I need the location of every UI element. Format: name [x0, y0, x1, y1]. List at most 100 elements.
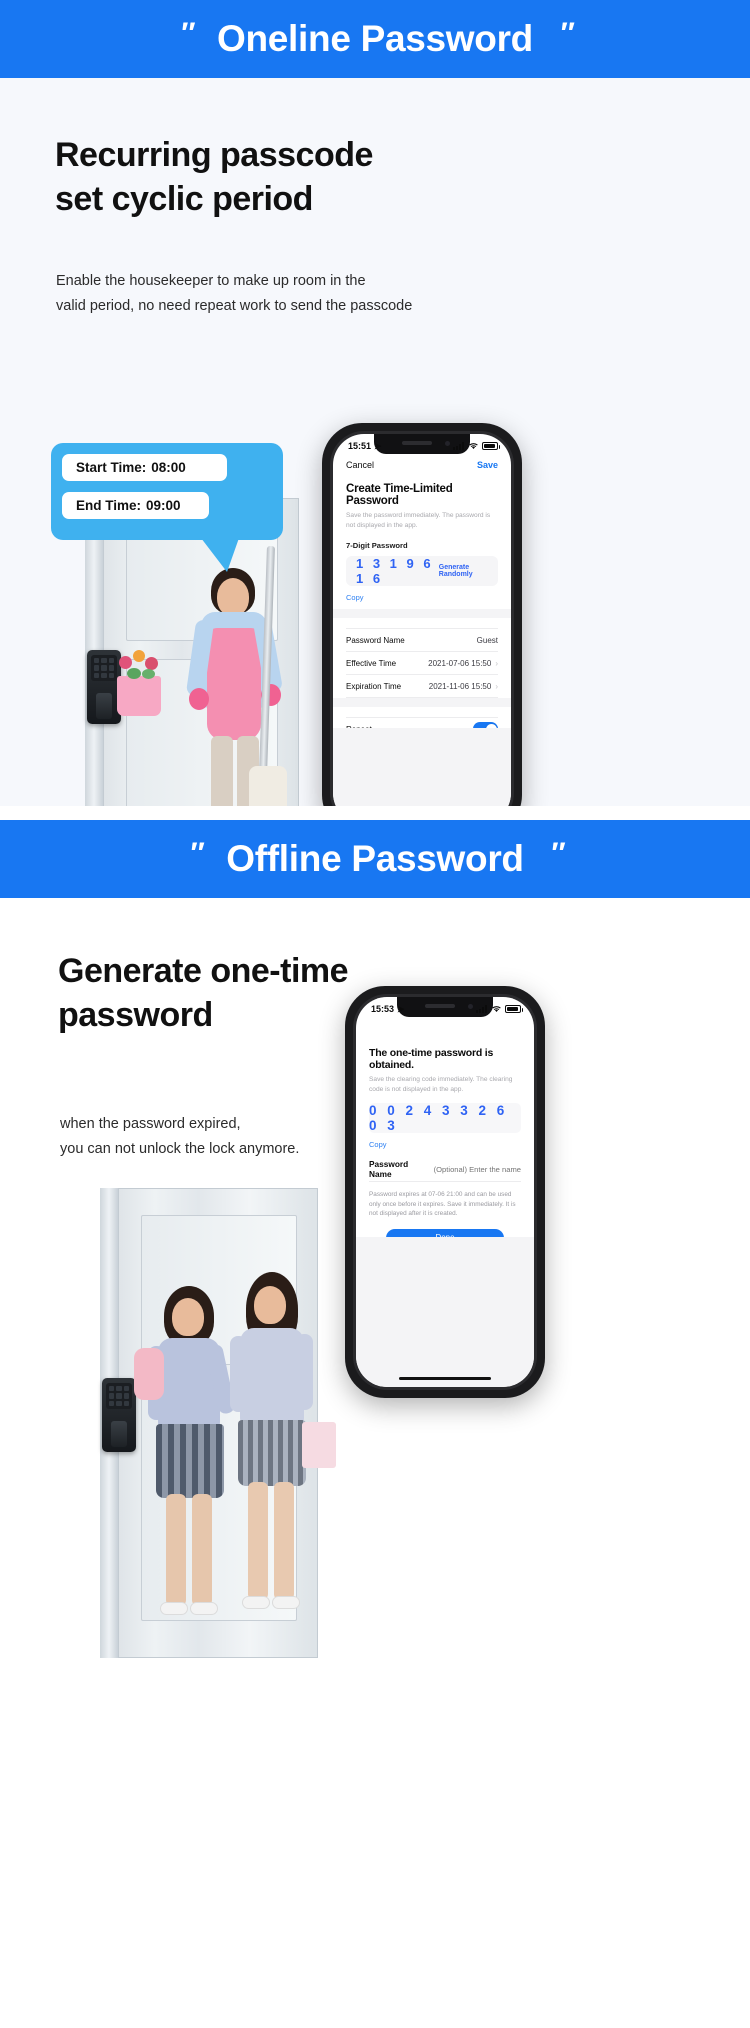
copy-button[interactable]: Copy	[369, 1140, 521, 1149]
lock-keypad	[106, 1383, 132, 1409]
row-label: Password Name	[346, 635, 405, 645]
callout-time-window: Start Time: 08:00 End Time: 09:00	[51, 443, 283, 572]
section2-heading-line1: Generate one-time	[58, 952, 349, 990]
section2-body-line2: you can not unlock the lock anymore.	[60, 1140, 300, 1157]
battery-icon	[482, 442, 500, 450]
cancel-button[interactable]: Cancel	[346, 460, 374, 470]
status-time: 15:53	[371, 1004, 395, 1014]
generate-randomly-button[interactable]: Generate Randomly	[439, 564, 488, 578]
section1-body-line1: Enable the housekeeper to make up room i…	[56, 273, 366, 289]
signal-bars-icon	[453, 442, 464, 450]
banner-online-password: ″ Oneline Password ″	[0, 0, 750, 78]
end-time-label: End Time:	[76, 498, 142, 513]
end-time-pill: End Time: 09:00	[62, 492, 209, 519]
start-time-label: Start Time:	[76, 460, 147, 475]
shoe-right	[272, 1596, 300, 1609]
table-row[interactable]: Password Name Guest	[346, 629, 498, 653]
lock-key	[109, 1393, 115, 1399]
table-row[interactable]: Expiration Time 2021-11-06 15:50 ›	[346, 675, 498, 699]
end-time-value: 09:00	[146, 498, 181, 513]
arm-right	[296, 1334, 313, 1410]
quote-right-icon: ″	[558, 17, 573, 50]
phone-mockup-time-limited: 15:51 ➤ Cancel Save Create Time-Limited …	[322, 423, 522, 806]
flower-petal	[133, 650, 145, 662]
smart-lock	[102, 1378, 136, 1452]
lock-key	[123, 1386, 129, 1392]
mop-head	[249, 766, 287, 806]
lock-key	[94, 672, 100, 678]
quote-right-icon: ″	[549, 837, 564, 870]
section1-body: Enable the housekeeper to make up room i…	[56, 269, 412, 319]
leg-left	[211, 736, 233, 806]
password-name-label: Password Name	[369, 1159, 409, 1180]
quote-left-icon: ″	[179, 17, 194, 50]
chevron-right-icon: ›	[495, 658, 498, 668]
password-code-value: 1 3 1 9 6 1 6	[356, 556, 434, 587]
shirt	[240, 1328, 304, 1426]
row-value: Guest	[476, 635, 498, 645]
shoe-left	[242, 1596, 270, 1609]
lock-key	[108, 665, 114, 671]
phone-mockup-one-time: 15:53 ➤ The one-time password is obtaine…	[345, 986, 545, 1398]
digit-password-label: 7-Digit Password	[346, 541, 408, 551]
row-value-wrap: 2021-11-06 15:50 ›	[429, 682, 498, 691]
banner-title: Offline Password	[226, 838, 524, 879]
phone-screen: 15:51 ➤ Cancel Save Create Time-Limited …	[333, 434, 511, 806]
password-name-input[interactable]	[423, 1164, 521, 1174]
leg-left	[166, 1494, 186, 1606]
password-name-row[interactable]: Password Name	[369, 1157, 521, 1183]
head	[217, 578, 249, 616]
section1-body-line2: valid period, no need repeat work to sen…	[56, 297, 413, 314]
table-row[interactable]: Effective Time 2021-07-06 15:50 ›	[346, 652, 498, 676]
start-time-value: 08:00	[151, 460, 186, 475]
glove-left	[189, 688, 209, 710]
chevron-right-icon: ›	[495, 681, 498, 691]
lock-key	[123, 1400, 129, 1406]
illustration-two-girls-at-door	[100, 1188, 380, 1688]
save-button[interactable]: Save	[477, 460, 498, 470]
lock-handle	[96, 693, 112, 719]
lock-key	[123, 1393, 129, 1399]
lock-key	[94, 658, 100, 664]
flower-leaf	[127, 668, 141, 679]
plaid-skirt	[156, 1424, 224, 1498]
row-label: Effective Time	[346, 658, 397, 668]
settings-list-group-1: Password Name Guest Effective Time 2021-…	[346, 628, 498, 699]
screen-bottom-fill	[356, 1237, 534, 1387]
row-value: 2021-07-06 15:50	[428, 658, 492, 668]
lock-key	[108, 658, 114, 664]
banner-title: Oneline Password	[217, 18, 533, 59]
sheet-body: The one-time password is obtained. Save …	[356, 1019, 534, 1247]
lock-key	[94, 665, 100, 671]
lock-key	[109, 1386, 115, 1392]
expire-note: Password expires at 07-06 21:00 and can …	[369, 1191, 516, 1218]
lock-key	[116, 1400, 122, 1406]
shoe-left	[160, 1602, 188, 1615]
lock-key	[116, 1393, 122, 1399]
section-divider	[0, 806, 750, 820]
home-indicator[interactable]	[399, 1376, 491, 1380]
copy-button[interactable]: Copy	[346, 593, 498, 602]
phone-bezel: 15:53 ➤ The one-time password is obtaine…	[353, 994, 537, 1390]
backpack	[134, 1348, 164, 1400]
row-value-wrap: Guest	[477, 636, 498, 645]
flower-petal	[119, 656, 132, 669]
head	[254, 1286, 286, 1324]
wifi-icon	[491, 1006, 501, 1012]
password-code-box: 1 3 1 9 6 1 6 Generate Randomly	[346, 556, 498, 587]
flower-bunch	[115, 648, 167, 688]
lock-handle	[111, 1421, 127, 1447]
section2-heading-line2: password	[58, 995, 213, 1034]
row-value-wrap: 2021-07-06 15:50 ›	[428, 659, 498, 668]
status-bar: 15:51 ➤	[333, 434, 511, 456]
sheet-subtitle: Save the password immediately. The passw…	[346, 512, 491, 529]
section2-body-line1: when the password expired,	[60, 1116, 241, 1132]
location-arrow-icon: ➤	[397, 1003, 405, 1014]
sheet-navbar: Cancel Save	[333, 456, 511, 476]
lock-key	[109, 1400, 115, 1406]
list-separator	[333, 609, 511, 619]
screen-bottom-fill	[333, 728, 511, 806]
leg-right	[192, 1494, 212, 1606]
banner-offline-password: ″ Offline Password ″	[0, 820, 750, 898]
leg-left	[248, 1482, 268, 1600]
